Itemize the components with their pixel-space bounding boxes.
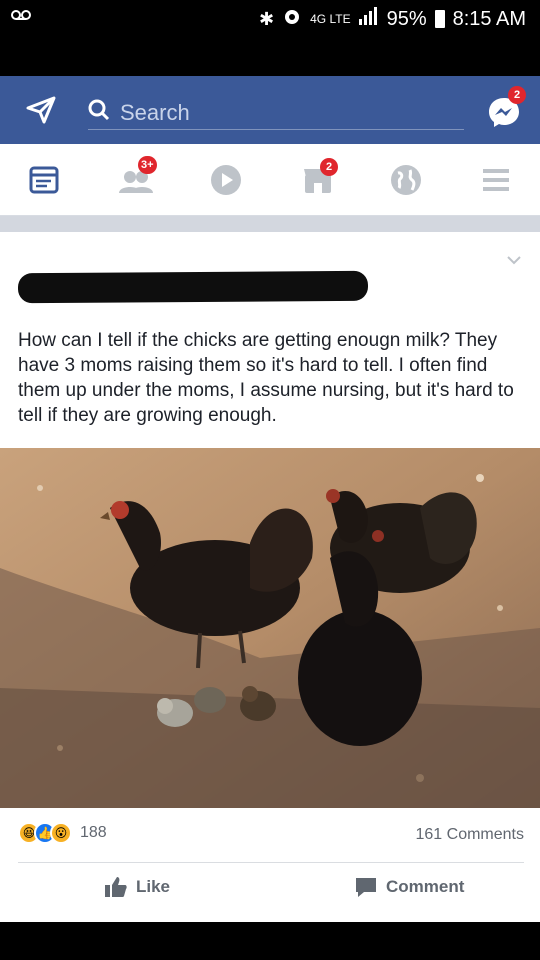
battery-icon — [434, 10, 445, 28]
bluetooth-icon: ✱ — [259, 8, 275, 29]
tab-news-feed[interactable] — [24, 162, 64, 198]
search-icon — [88, 99, 110, 126]
top-bar: Search 2 — [0, 76, 540, 144]
feed-divider — [0, 216, 540, 232]
search-box[interactable]: Search — [88, 96, 464, 130]
tab-globe[interactable] — [386, 162, 426, 198]
news-feed-icon — [29, 166, 59, 194]
reaction-count: 188 — [80, 824, 107, 841]
comment-button[interactable]: Comment — [354, 876, 464, 898]
status-spacer — [0, 38, 540, 76]
bottom-bezel — [0, 922, 540, 960]
network-type: 4G LTE — [310, 12, 351, 26]
post-photo[interactable] — [0, 448, 540, 808]
redacted-author-name — [17, 270, 369, 304]
notifications-badge: 2 — [320, 158, 338, 176]
tab-friends[interactable]: 3+ — [116, 156, 157, 198]
nav-bar: 3+ 2 — [0, 144, 540, 216]
watch-play-icon — [211, 165, 241, 195]
wow-reaction-icon: 😮 — [50, 822, 72, 844]
post-text: How can I tell if the chicks are getting… — [18, 330, 514, 426]
tab-menu[interactable] — [476, 162, 516, 198]
search-placeholder: Search — [120, 99, 190, 125]
comment-icon — [356, 878, 376, 897]
feed-post: How can I tell if the chicks are getting… — [0, 232, 540, 922]
messenger-badge: 2 — [508, 86, 526, 104]
tab-watch[interactable] — [206, 162, 246, 198]
hens-and-chicks-image — [0, 448, 540, 808]
clock: 8:15 AM — [452, 7, 526, 30]
voicemail-icon — [10, 8, 32, 27]
reaction-icons: 😆 👍 😮 — [18, 822, 72, 844]
tab-marketplace[interactable]: 2 — [298, 158, 338, 198]
reactions-summary[interactable]: 😆 👍 😮 188 — [18, 822, 107, 844]
like-label: Like — [136, 877, 171, 896]
friends-badge: 3+ — [138, 156, 157, 174]
battery-percent: 95% — [386, 7, 427, 30]
comment-count[interactable]: 161 Comments — [416, 826, 525, 844]
messenger-button[interactable]: 2 — [486, 86, 526, 130]
signal-icon — [358, 7, 379, 31]
chevron-down-icon[interactable] — [506, 252, 522, 270]
thumbs-up-icon — [105, 877, 127, 897]
status-bar: ✱ 4G LTE 95% 8:15 AM — [0, 0, 540, 38]
actions-divider — [18, 862, 524, 863]
alarm-icon — [282, 6, 302, 32]
camera-send-icon[interactable] — [26, 96, 56, 129]
comment-label: Comment — [386, 877, 465, 896]
globe-icon — [391, 165, 421, 195]
menu-icon — [483, 169, 509, 191]
like-button[interactable]: Like — [104, 876, 170, 898]
